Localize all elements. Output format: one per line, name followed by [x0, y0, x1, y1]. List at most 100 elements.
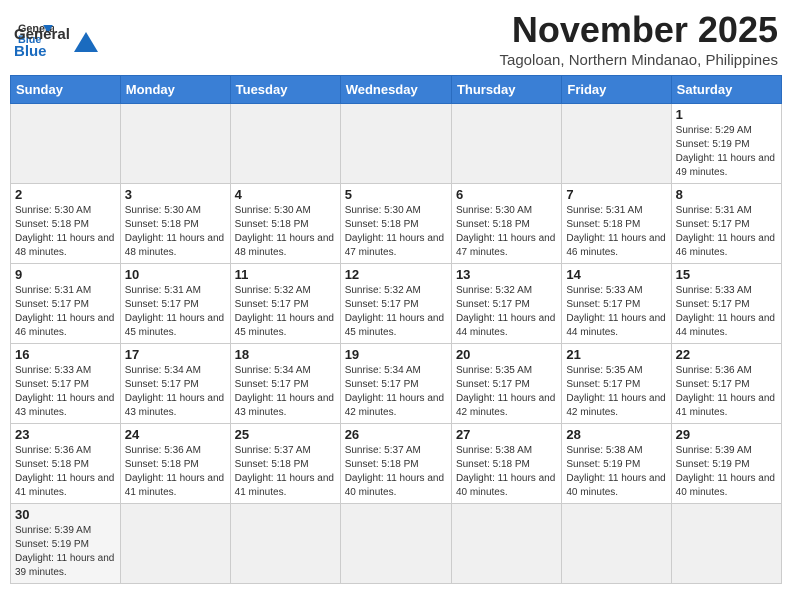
- day-number: 24: [125, 427, 226, 442]
- day-info: Sunrise: 5:30 AMSunset: 5:18 PMDaylight:…: [235, 204, 336, 260]
- calendar-row: 2 Sunrise: 5:30 AMSunset: 5:18 PMDaylight…: [11, 183, 782, 263]
- day-number: 22: [676, 347, 777, 362]
- day-info: Sunrise: 5:37 AMSunset: 5:18 PMDaylight:…: [235, 444, 336, 500]
- calendar-cell: [340, 503, 451, 583]
- day-number: 18: [235, 347, 336, 362]
- calendar-cell: 16 Sunrise: 5:33 AMSunset: 5:17 PMDayligh…: [11, 343, 121, 423]
- day-info: Sunrise: 5:32 AMSunset: 5:17 PMDaylight:…: [345, 284, 447, 340]
- day-info: Sunrise: 5:32 AMSunset: 5:17 PMDaylight:…: [456, 284, 557, 340]
- calendar-cell: 28Sunrise: 5:38 AMSunset: 5:19 PMDayligh…: [562, 423, 671, 503]
- calendar-table: Sunday Monday Tuesday Wednesday Thursday…: [10, 75, 782, 584]
- logo-icon: [72, 30, 100, 58]
- calendar-cell: [230, 503, 340, 583]
- header-friday: Friday: [562, 75, 671, 103]
- calendar-cell: 14Sunrise: 5:33 AMSunset: 5:17 PMDayligh…: [562, 263, 671, 343]
- day-number: 19: [345, 347, 447, 362]
- day-number: 3: [125, 187, 226, 202]
- day-number: 23: [15, 427, 116, 442]
- day-info: Sunrise: 5:34 AMSunset: 5:17 PMDaylight:…: [125, 364, 226, 420]
- header-sunday: Sunday: [11, 75, 121, 103]
- header-monday: Monday: [120, 75, 230, 103]
- logo-blue: Blue: [14, 43, 47, 60]
- day-number: 5: [345, 187, 447, 202]
- calendar-cell: [562, 503, 671, 583]
- calendar-cell: 30Sunrise: 5:39 AMSunset: 5:19 PMDayligh…: [11, 503, 121, 583]
- calendar-cell: 17Sunrise: 5:34 AMSunset: 5:17 PMDayligh…: [120, 343, 230, 423]
- day-number: 8: [676, 187, 777, 202]
- day-info: Sunrise: 5:29 AMSunset: 5:19 PMDaylight:…: [676, 124, 777, 180]
- day-info: Sunrise: 5:30 AMSunset: 5:18 PMDaylight:…: [456, 204, 557, 260]
- day-info: Sunrise: 5:36 AMSunset: 5:17 PMDaylight:…: [676, 364, 777, 420]
- day-info: Sunrise: 5:39 AMSunset: 5:19 PMDaylight:…: [676, 444, 777, 500]
- calendar-cell: 6Sunrise: 5:30 AMSunset: 5:18 PMDaylight…: [451, 183, 561, 263]
- day-number: 20: [456, 347, 557, 362]
- calendar-cell: 9 Sunrise: 5:31 AMSunset: 5:17 PMDaylight…: [11, 263, 121, 343]
- calendar-cell: 8 Sunrise: 5:31 AMSunset: 5:17 PMDaylight…: [671, 183, 781, 263]
- day-number: 15: [676, 267, 777, 282]
- day-info: Sunrise: 5:33 AMSunset: 5:17 PMDaylight:…: [15, 364, 116, 420]
- day-info: Sunrise: 5:37 AMSunset: 5:18 PMDaylight:…: [345, 444, 447, 500]
- day-number: 4: [235, 187, 336, 202]
- day-info: Sunrise: 5:35 AMSunset: 5:17 PMDaylight:…: [456, 364, 557, 420]
- calendar-cell: 23 Sunrise: 5:36 AMSunset: 5:18 PMDayligh…: [11, 423, 121, 503]
- header: General Blue General Blue November 2025 …: [10, 10, 782, 69]
- calendar-cell: [340, 103, 451, 183]
- calendar-cell: [671, 503, 781, 583]
- header-wednesday: Wednesday: [340, 75, 451, 103]
- calendar-row: 16 Sunrise: 5:33 AMSunset: 5:17 PMDayligh…: [11, 343, 782, 423]
- day-number: 21: [566, 347, 666, 362]
- day-number: 14: [566, 267, 666, 282]
- calendar-cell: 13 Sunrise: 5:32 AMSunset: 5:17 PMDayligh…: [451, 263, 561, 343]
- calendar-cell: 10Sunrise: 5:31 AMSunset: 5:17 PMDayligh…: [120, 263, 230, 343]
- day-number: 13: [456, 267, 557, 282]
- day-number: 1: [676, 107, 777, 122]
- day-number: 25: [235, 427, 336, 442]
- page-title: November 2025: [499, 10, 778, 50]
- day-info: Sunrise: 5:30 AMSunset: 5:18 PMDaylight:…: [15, 204, 116, 260]
- calendar-header-row: Sunday Monday Tuesday Wednesday Thursday…: [11, 75, 782, 103]
- calendar-cell: [230, 103, 340, 183]
- day-number: 12: [345, 267, 447, 282]
- calendar-cell: 12 Sunrise: 5:32 AMSunset: 5:17 PMDayligh…: [340, 263, 451, 343]
- calendar-cell: 5 Sunrise: 5:30 AMSunset: 5:18 PMDaylight…: [340, 183, 451, 263]
- calendar-cell: [451, 103, 561, 183]
- day-info: Sunrise: 5:38 AMSunset: 5:18 PMDaylight:…: [456, 444, 557, 500]
- day-number: 30: [15, 507, 116, 522]
- calendar-cell: 24Sunrise: 5:36 AMSunset: 5:18 PMDayligh…: [120, 423, 230, 503]
- day-info: Sunrise: 5:36 AMSunset: 5:18 PMDaylight:…: [15, 444, 116, 500]
- calendar-cell: [120, 103, 230, 183]
- day-info: Sunrise: 5:31 AMSunset: 5:18 PMDaylight:…: [566, 204, 666, 260]
- day-number: 26: [345, 427, 447, 442]
- day-info: Sunrise: 5:30 AMSunset: 5:18 PMDaylight:…: [345, 204, 447, 260]
- logo: General Blue General Blue: [14, 16, 100, 60]
- calendar-cell: 29Sunrise: 5:39 AMSunset: 5:19 PMDayligh…: [671, 423, 781, 503]
- calendar-cell: [11, 103, 121, 183]
- day-info: Sunrise: 5:34 AMSunset: 5:17 PMDaylight:…: [345, 364, 447, 420]
- day-info: Sunrise: 5:35 AMSunset: 5:17 PMDaylight:…: [566, 364, 666, 420]
- day-number: 7: [566, 187, 666, 202]
- calendar-cell: 15 Sunrise: 5:33 AMSunset: 5:17 PMDayligh…: [671, 263, 781, 343]
- day-info: Sunrise: 5:34 AMSunset: 5:17 PMDaylight:…: [235, 364, 336, 420]
- page-subtitle: Tagoloan, Northern Mindanao, Philippines: [499, 52, 778, 69]
- calendar-cell: 25 Sunrise: 5:37 AMSunset: 5:18 PMDayligh…: [230, 423, 340, 503]
- day-number: 16: [15, 347, 116, 362]
- calendar-cell: [562, 103, 671, 183]
- day-info: Sunrise: 5:33 AMSunset: 5:17 PMDaylight:…: [676, 284, 777, 340]
- calendar-row: 1 Sunrise: 5:29 AMSunset: 5:19 PMDaylight…: [11, 103, 782, 183]
- logo-general: General: [14, 26, 70, 43]
- header-thursday: Thursday: [451, 75, 561, 103]
- header-saturday: Saturday: [671, 75, 781, 103]
- day-number: 9: [15, 267, 116, 282]
- day-info: Sunrise: 5:31 AMSunset: 5:17 PMDaylight:…: [125, 284, 226, 340]
- calendar-cell: 7 Sunrise: 5:31 AMSunset: 5:18 PMDaylight…: [562, 183, 671, 263]
- day-number: 27: [456, 427, 557, 442]
- day-info: Sunrise: 5:32 AMSunset: 5:17 PMDaylight:…: [235, 284, 336, 340]
- calendar-row: 9 Sunrise: 5:31 AMSunset: 5:17 PMDaylight…: [11, 263, 782, 343]
- calendar-cell: 19 Sunrise: 5:34 AMSunset: 5:17 PMDayligh…: [340, 343, 451, 423]
- day-info: Sunrise: 5:31 AMSunset: 5:17 PMDaylight:…: [15, 284, 116, 340]
- day-number: 2: [15, 187, 116, 202]
- calendar-cell: 22 Sunrise: 5:36 AMSunset: 5:17 PMDayligh…: [671, 343, 781, 423]
- day-number: 28: [566, 427, 666, 442]
- day-info: Sunrise: 5:31 AMSunset: 5:17 PMDaylight:…: [676, 204, 777, 260]
- calendar-cell: 21 Sunrise: 5:35 AMSunset: 5:17 PMDayligh…: [562, 343, 671, 423]
